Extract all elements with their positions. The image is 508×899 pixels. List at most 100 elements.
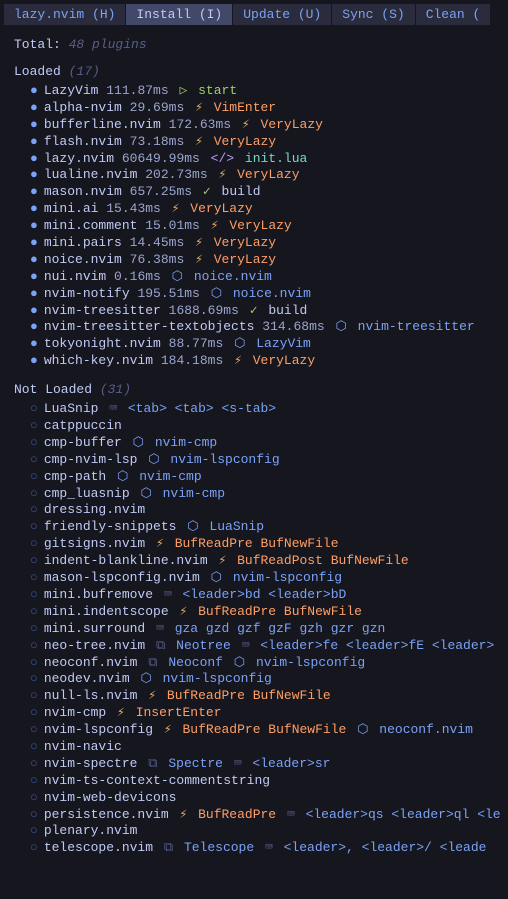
- plugin-row[interactable]: ●noice.nvim 76.38ms ⚡ VeryLazy: [30, 252, 504, 269]
- bolt-icon: ⚡: [218, 167, 226, 182]
- box-icon: ⬡: [234, 655, 245, 670]
- tab-install[interactable]: Install (I): [126, 4, 233, 25]
- plugin-row[interactable]: ●which-key.nvim 184.18ms ⚡ VeryLazy: [30, 353, 504, 370]
- plugin-tag: noice.nvim: [194, 269, 272, 284]
- plugin-row[interactable]: ○nvim-navic: [30, 739, 504, 756]
- plugin-row[interactable]: ○cmp_luasnip ⬡ nvim-cmp: [30, 486, 504, 503]
- box-icon: ⬡: [133, 435, 144, 450]
- plugin-name: cmp_luasnip: [44, 486, 130, 501]
- plugin-row[interactable]: ○nvim-cmp ⚡ InsertEnter: [30, 705, 504, 722]
- plugin-row[interactable]: ●nvim-treesitter-textobjects 314.68ms ⬡ …: [30, 319, 504, 336]
- plugin-row[interactable]: ○cmp-buffer ⬡ nvim-cmp: [30, 435, 504, 452]
- plugin-name: alpha-nvim: [44, 100, 122, 115]
- plugin-name: nvim-web-devicons: [44, 790, 177, 805]
- plugin-row[interactable]: ○nvim-spectre ⧉ Spectre ⌨ <leader>sr: [30, 756, 504, 773]
- plugin-row[interactable]: ●mini.ai 15.43ms ⚡ VeryLazy: [30, 201, 504, 218]
- bullet-icon: ●: [30, 218, 38, 233]
- tab-bar: lazy.nvim (H) Install (I) Update (U) Syn…: [4, 4, 504, 25]
- plugin-row[interactable]: ○cmp-path ⬡ nvim-cmp: [30, 469, 504, 486]
- plugin-row[interactable]: ○mini.bufremove ⌨ <leader>bd <leader>bD: [30, 587, 504, 604]
- plugin-row[interactable]: ○nvim-lspconfig ⚡ BufReadPre BufNewFile …: [30, 722, 504, 739]
- plugin-tag: init.lua: [245, 151, 307, 166]
- plugin-name: neoconf.nvim: [44, 655, 138, 670]
- plugin-row[interactable]: ○mini.surround ⌨ gza gzd gzf gzF gzh gzr…: [30, 621, 504, 638]
- command-icon: ⧉: [148, 756, 157, 771]
- tab-update[interactable]: Update (U): [233, 4, 332, 25]
- plugin-row[interactable]: ●nvim-treesitter 1688.69ms ✓ build: [30, 303, 504, 320]
- plugin-row[interactable]: ○null-ls.nvim ⚡ BufReadPre BufNewFile: [30, 688, 504, 705]
- plugin-row[interactable]: ●alpha-nvim 29.69ms ⚡ VimEnter: [30, 100, 504, 117]
- plugin-row[interactable]: ○LuaSnip ⌨ <tab> <tab> <s-tab>: [30, 401, 504, 418]
- plugin-time: 15.43ms: [106, 201, 161, 216]
- plugin-name: nvim-cmp: [44, 705, 106, 720]
- plugin-name: mason-lspconfig.nvim: [44, 570, 200, 585]
- tab-clean[interactable]: Clean (: [416, 4, 492, 25]
- plugin-row[interactable]: ○friendly-snippets ⬡ LuaSnip: [30, 519, 504, 536]
- keyboard-icon: ⌨: [156, 621, 164, 636]
- plugin-row[interactable]: ●lualine.nvim 202.73ms ⚡ VeryLazy: [30, 167, 504, 184]
- plugin-name: lazy.nvim: [44, 151, 114, 166]
- plugin-row[interactable]: ○indent-blankline.nvim ⚡ BufReadPost Buf…: [30, 553, 504, 570]
- plugin-time: 184.18ms: [161, 353, 223, 368]
- plugin-time: 172.63ms: [169, 117, 231, 132]
- plugin-row[interactable]: ○cmp-nvim-lsp ⬡ nvim-lspconfig: [30, 452, 504, 469]
- plugin-row[interactable]: ○neodev.nvim ⬡ nvim-lspconfig: [30, 671, 504, 688]
- plugin-name: mini.indentscope: [44, 604, 169, 619]
- bolt-icon: ⚡: [195, 134, 203, 149]
- plugin-name: which-key.nvim: [44, 353, 153, 368]
- plugin-name: catppuccin: [44, 418, 122, 433]
- plugin-row[interactable]: ○ nvim-web-devicons: [30, 790, 504, 807]
- plugin-name: neodev.nvim: [44, 671, 130, 686]
- plugin-row[interactable]: ○gitsigns.nvim ⚡ BufReadPre BufNewFile: [30, 536, 504, 553]
- plugin-name: telescope.nvim: [44, 840, 153, 855]
- plugin-row[interactable]: ●LazyVim 111.87ms ▷ start: [30, 83, 504, 100]
- plugin-row[interactable]: ○telescope.nvim ⧉ Telescope ⌨ <leader>, …: [30, 840, 504, 857]
- plugin-row[interactable]: ●flash.nvim 73.18ms ⚡ VeryLazy: [30, 134, 504, 151]
- plugin-time: 111.87ms: [106, 83, 168, 98]
- plugin-row[interactable]: ○neoconf.nvim ⧉ Neoconf ⬡ nvim-lspconfig: [30, 655, 504, 672]
- loaded-plugin-list: ●LazyVim 111.87ms ▷ start●alpha-nvim 29.…: [4, 83, 504, 370]
- plugin-row[interactable]: ●mason.nvim 657.25ms ✓ build: [30, 184, 504, 201]
- plugin-time: 15.01ms: [145, 218, 200, 233]
- plugin-row[interactable]: ●lazy.nvim 60649.99ms </> init.lua: [30, 151, 504, 168]
- plugin-tag: Spectre: [168, 756, 223, 771]
- bolt-icon: ⚡: [172, 201, 180, 216]
- plugin-row[interactable]: ○neo-tree.nvim ⧉ Neotree ⌨ <leader>fe <l…: [30, 638, 504, 655]
- bullet-icon: ○: [30, 604, 38, 619]
- bullet-icon: ●: [30, 286, 38, 301]
- plugin-tag: VeryLazy: [214, 252, 276, 267]
- bullet-icon: ○: [30, 840, 38, 855]
- plugin-tag: VeryLazy: [237, 167, 299, 182]
- plugin-row[interactable]: ●nvim-notify 195.51ms ⬡ noice.nvim: [30, 286, 504, 303]
- bullet-icon: ○: [30, 638, 38, 653]
- plugin-row[interactable]: ○mason-lspconfig.nvim ⬡ nvim-lspconfig: [30, 570, 504, 587]
- plugin-row[interactable]: ○dressing.nvim: [30, 502, 504, 519]
- plugin-row[interactable]: ●nui.nvim 0.16ms ⬡ noice.nvim: [30, 269, 504, 286]
- plugin-name: tokyonight.nvim: [44, 336, 161, 351]
- bullet-icon: ○: [30, 502, 38, 517]
- keyboard-icon: ⌨: [287, 807, 295, 822]
- plugin-name: mini.pairs: [44, 235, 122, 250]
- box-icon: ⬡: [357, 722, 368, 737]
- plugin-row[interactable]: ●mini.comment 15.01ms ⚡ VeryLazy: [30, 218, 504, 235]
- plugin-tag: BufReadPost BufNewFile: [237, 553, 409, 568]
- box-icon: ⬡: [117, 469, 128, 484]
- bullet-icon: ○: [30, 790, 38, 805]
- plugin-row[interactable]: ●bufferline.nvim 172.63ms ⚡ VeryLazy: [30, 117, 504, 134]
- tab-sync[interactable]: Sync (S): [332, 4, 415, 25]
- tab-lazy[interactable]: lazy.nvim (H): [4, 4, 126, 25]
- plugin-row[interactable]: ○catppuccin: [30, 418, 504, 435]
- plugin-tag: <leader>, <leader>/ <leade: [284, 840, 487, 855]
- box-icon: ⬡: [211, 570, 222, 585]
- bullet-icon: ○: [30, 739, 38, 754]
- plugin-time: 195.51ms: [137, 286, 199, 301]
- plugin-tag: nvim-lspconfig: [256, 655, 365, 670]
- check-icon: ✓: [203, 184, 211, 199]
- plugin-row[interactable]: ○plenary.nvim: [30, 823, 504, 840]
- plugin-row[interactable]: ●tokyonight.nvim 88.77ms ⬡ LazyVim: [30, 336, 504, 353]
- plugin-row[interactable]: ○mini.indentscope ⚡ BufReadPre BufNewFil…: [30, 604, 504, 621]
- plugin-row[interactable]: ●mini.pairs 14.45ms ⚡ VeryLazy: [30, 235, 504, 252]
- plugin-tag: VeryLazy: [214, 235, 276, 250]
- plugin-row[interactable]: ○persistence.nvim ⚡ BufReadPre ⌨ <leader…: [30, 807, 504, 824]
- plugin-row[interactable]: ○nvim-ts-context-commentstring: [30, 773, 504, 790]
